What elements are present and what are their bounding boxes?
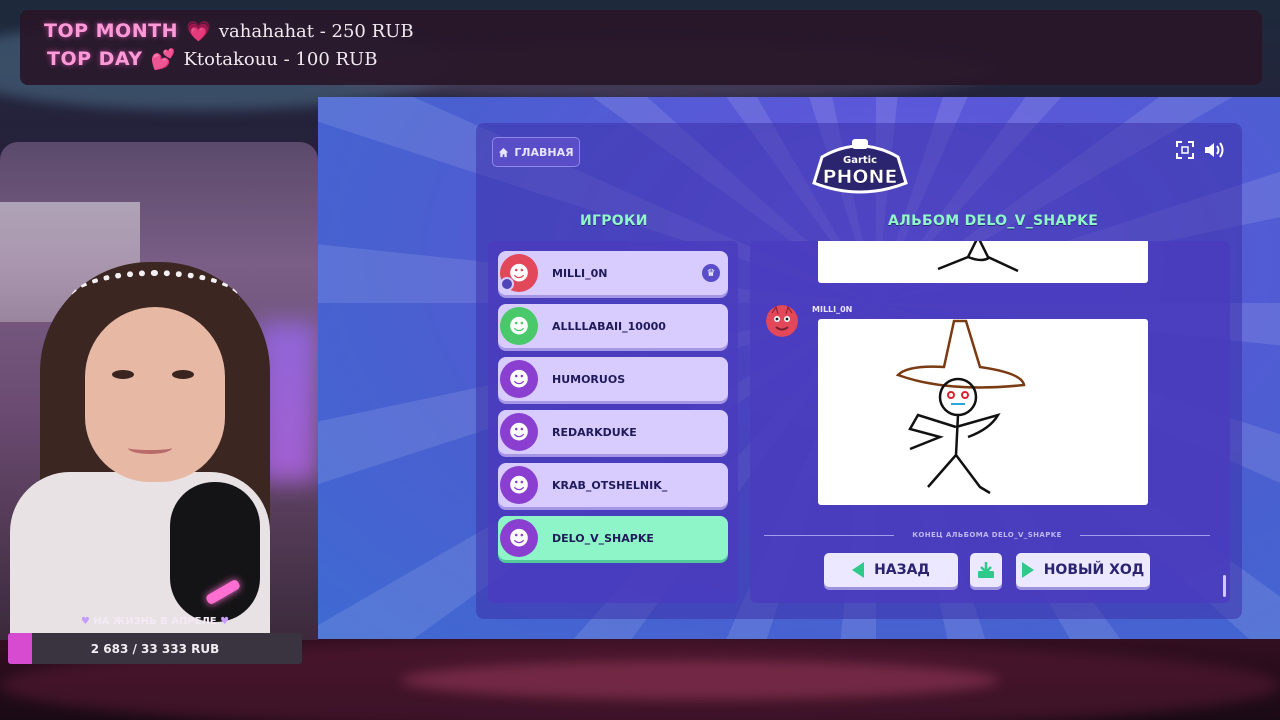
crown-icon: ♛ (702, 264, 720, 282)
album-scrollbar[interactable] (1223, 575, 1226, 597)
back-button[interactable]: НАЗАД (824, 553, 958, 587)
home-button-label: ГЛАВНАЯ (514, 145, 574, 159)
album-author-name: MILLI_0N (812, 305, 853, 314)
wave-shape (400, 660, 1000, 700)
top-day-row: TOP DAY 💕 Ktotakouu - 100 RUB (44, 47, 377, 71)
webcam-feed (0, 142, 318, 640)
player-name: KRAB_OTSHELNIK_ (552, 478, 668, 492)
home-button[interactable]: ГЛАВНАЯ (492, 137, 580, 167)
goal-progress-bar: 2 683 / 33 333 RUB (8, 633, 302, 664)
players-title: ИГРОКИ (580, 213, 648, 229)
heart-icon: ♥ (80, 616, 90, 627)
play-icon (1021, 562, 1034, 578)
webcam-face (85, 307, 225, 482)
player-row[interactable]: ☻ HUMORUOS (498, 357, 728, 401)
player-row[interactable]: ☻ ALLLLABAII_10000 (498, 304, 728, 348)
heart-icon: 💗 (185, 19, 211, 43)
logo-big-text: PHONE (823, 166, 898, 188)
top-day-label: TOP DAY (47, 48, 143, 70)
player-row[interactable]: ☻ MILLI_0N ♛ (498, 251, 728, 295)
top-month-row: TOP MONTH 💗 vahahahat - 250 RUB (44, 19, 414, 43)
goal-label: ♥ НА ЖИЗНЬ В АПРЕЛЕ ♥ (0, 616, 310, 627)
download-button[interactable] (970, 553, 1002, 587)
player-avatar: ☻ (500, 466, 538, 504)
goal-progress-text: 2 683 / 33 333 RUB (90, 641, 220, 656)
cowboy-drawing (895, 319, 1026, 495)
new-turn-button-label: НОВЫЙ ХОД (1043, 562, 1145, 578)
top-month-value: vahahahat - 250 RUB (218, 20, 414, 42)
back-button-label: НАЗАД (874, 562, 930, 578)
webcam-mouth (128, 442, 172, 454)
player-name: MILLI_0N (552, 266, 608, 280)
player-name: REDARKDUKE (552, 425, 637, 439)
fullscreen-icon[interactable] (1176, 141, 1194, 159)
player-avatar: ☻ (500, 519, 538, 557)
arrow-left-icon (852, 562, 865, 578)
top-day-value: Ktotakouu - 100 RUB (183, 48, 378, 70)
player-row[interactable]: ☻ DELO_V_SHAPKE (498, 516, 728, 560)
sound-icon[interactable] (1204, 141, 1226, 159)
album-panel: MILLI_0N КОНЕЦ АЛЬБОМА DELO_V_SHAPKE НАЗ… (750, 241, 1230, 603)
webcam-headband (70, 270, 240, 330)
home-icon (499, 147, 509, 157)
top-donation-banner: TOP MONTH 💗 vahahahat - 250 RUB TOP DAY … (20, 10, 1262, 85)
game-panel: ГЛАВНАЯ Gartic PHONE ИГРОКИ АЛЬБОМ DELO_… (476, 123, 1242, 619)
player-row[interactable]: ☻ REDARKDUKE (498, 410, 728, 454)
new-turn-button[interactable]: НОВЫЙ ХОД (1016, 553, 1150, 587)
drawing-canvas-previous (818, 241, 1148, 283)
player-avatar: ☻ (500, 307, 538, 345)
webcam-eye (112, 370, 134, 379)
player-avatar: ☻ (500, 413, 538, 451)
album-title: АЛЬБОМ DELO_V_SHAPKE (888, 213, 1099, 229)
album-author-avatar (766, 305, 798, 337)
player-row[interactable]: ☻ KRAB_OTSHELNIK_ (498, 463, 728, 507)
player-name: HUMORUOS (552, 372, 626, 386)
drawing-canvas (818, 319, 1148, 505)
player-name: ALLLLABAII_10000 (552, 319, 666, 333)
heart-icon: ♥ (220, 616, 230, 627)
logo-small-text: Gartic (843, 155, 877, 166)
gartic-phone-game: ГЛАВНАЯ Gartic PHONE ИГРОКИ АЛЬБОМ DELO_… (318, 97, 1280, 639)
player-items: ☻ MILLI_0N ♛ ☻ ALLLLABAII_10000 ☻ HUMORUOS ☻ RED… (498, 251, 728, 560)
previous-drawing (937, 241, 1019, 273)
players-list: ☻ MILLI_0N ♛ ☻ ALLLLABAII_10000 ☻ HUMORUOS ☻ RED… (488, 241, 738, 603)
player-avatar: ☻ (500, 360, 538, 398)
host-badge-icon (500, 277, 514, 291)
top-icons (1176, 141, 1226, 159)
webcam-eye (172, 370, 194, 379)
album-end-text: КОНЕЦ АЛЬБОМА DELO_V_SHAPKE (764, 531, 1210, 539)
hearts-icon: 💕 (150, 47, 176, 71)
player-name: DELO_V_SHAPKE (552, 531, 654, 545)
top-month-label: TOP MONTH (44, 20, 178, 42)
download-icon (978, 562, 994, 578)
goal-label-text: НА ЖИЗНЬ В АПРЕЛЕ (93, 616, 217, 627)
gartic-phone-logo: Gartic PHONE (812, 139, 908, 194)
